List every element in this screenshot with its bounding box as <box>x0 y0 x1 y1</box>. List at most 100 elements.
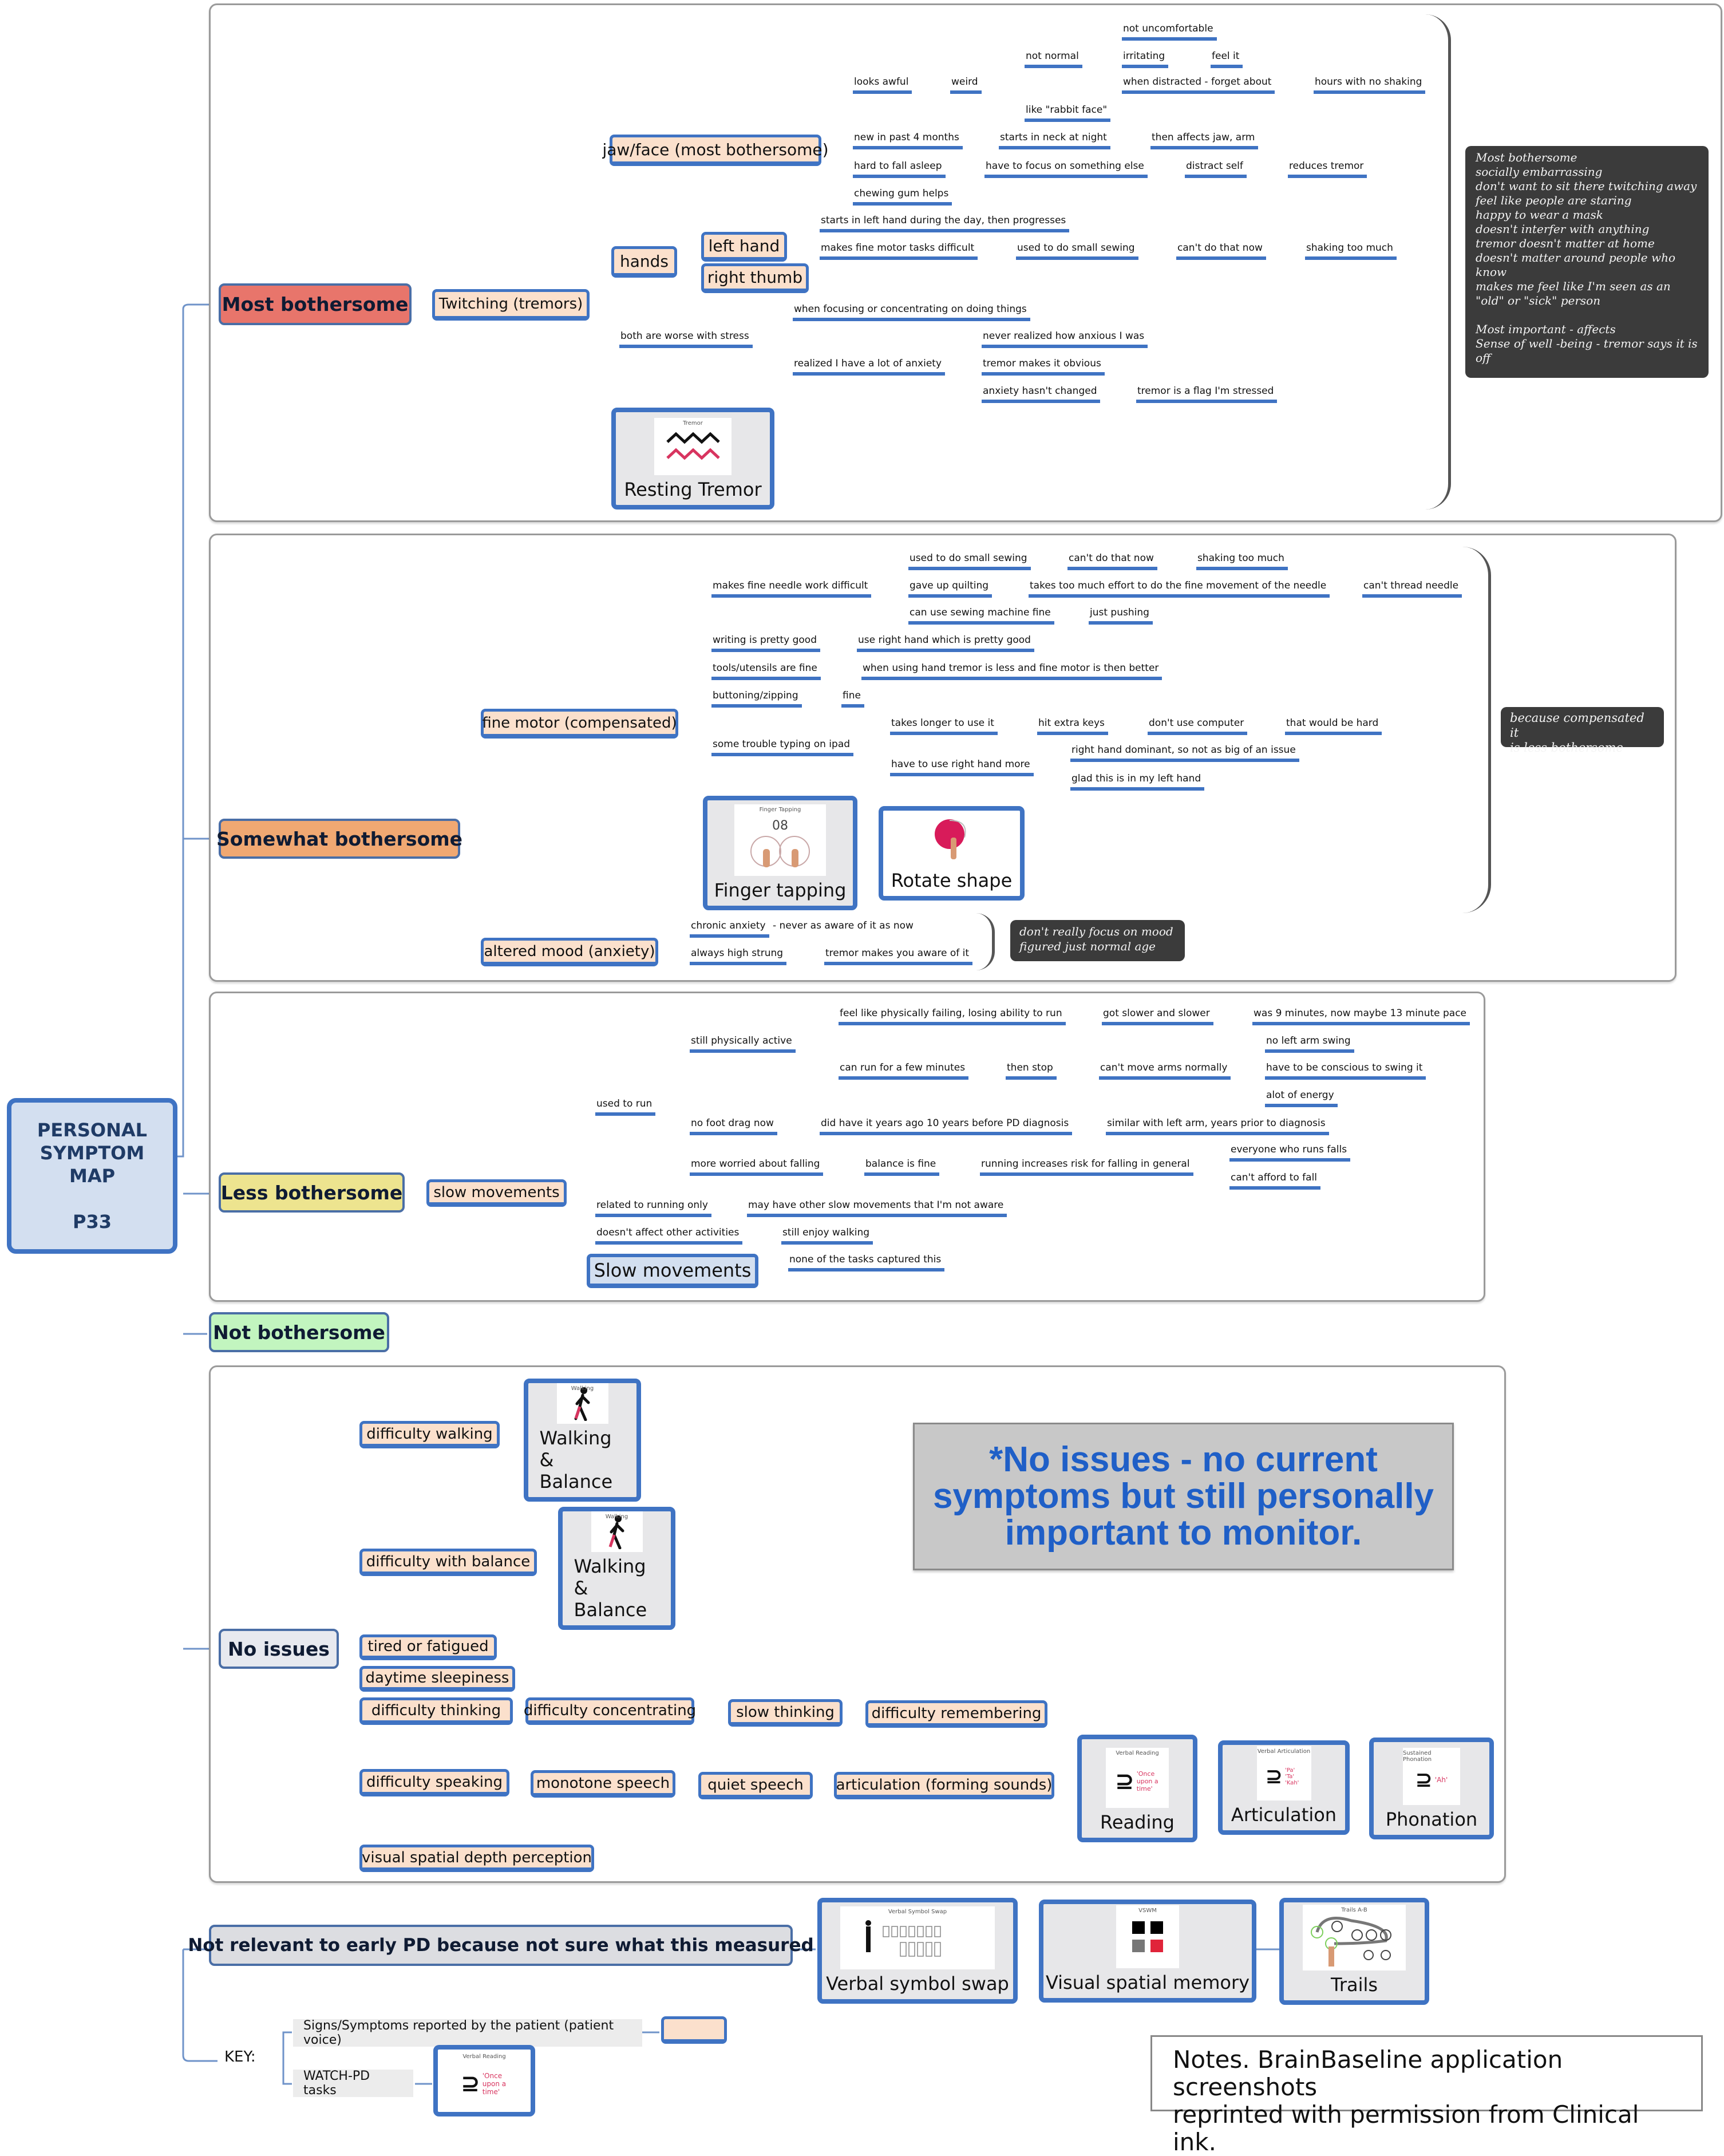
speaking-face-icon: ⊇ <box>1265 1765 1283 1788</box>
leaf-then-stop: then stop <box>1006 1062 1057 1080</box>
category-most-bothersome[interactable]: Most bothersome <box>219 283 412 325</box>
category-somewhat-bothersome[interactable]: Somewhat bothersome <box>216 819 462 859</box>
symptom-difficulty-thinking[interactable]: difficulty thinking <box>359 1697 513 1725</box>
task-articulation[interactable]: Verbal Articulation ⊇ 'Pa' 'Ta' 'Kah' Art… <box>1218 1740 1350 1835</box>
speaking-face-icon: ⊇ <box>461 2070 480 2097</box>
task-visual-spatial-memory[interactable]: VSWM Visual spatial memory <box>1039 1900 1256 2003</box>
symptom-visual-spatial[interactable]: visual spatial depth perception <box>359 1845 594 1872</box>
leaf-fine-needle: makes fine needle work difficult <box>711 580 872 598</box>
leaf-fine-motor-difficult: makes fine motor tasks difficult <box>820 242 978 260</box>
leaf-hard-to-fall-asleep: hard to fall asleep <box>853 160 946 178</box>
leaf-then-affects: then affects jaw, arm <box>1150 132 1259 149</box>
task-label: Resting Tremor <box>624 479 762 500</box>
task-caption: Finger Tapping <box>759 807 801 813</box>
leaf-takes-longer: takes longer to use it <box>890 717 998 735</box>
leaf-thread-needle: can't thread needle <box>1362 580 1462 598</box>
symptom-daytime-sleepiness[interactable]: daytime sleepiness <box>359 1666 515 1692</box>
task-verbal-symbol-swap[interactable]: Verbal Symbol Swap Verbal symbol swap <box>817 1898 1018 2004</box>
leaf-starts-neck: starts in neck at night <box>999 132 1110 149</box>
symptom-fine-motor[interactable]: fine motor (compensated) <box>481 709 678 739</box>
symptom-difficulty-speaking[interactable]: difficulty speaking <box>359 1769 509 1796</box>
symptom-articulation[interactable]: articulation (forming sounds) <box>834 1772 1054 1799</box>
leaf-no-computer: don't use computer <box>1148 717 1248 735</box>
category-not-relevant[interactable]: Not relevant to early PD because not sur… <box>188 1925 814 1966</box>
task-thumbnail: Trails A-B <box>1303 1905 1406 1971</box>
trails-icon <box>1311 1916 1391 1967</box>
key-task-swatch: Verbal Reading ⊇ 'Once upon a time' <box>433 2045 535 2116</box>
leaf-would-be-hard: that would be hard <box>1285 717 1382 735</box>
task-phonation[interactable]: Sustained Phonation ⊇ 'Ah' Phonation <box>1369 1738 1494 1839</box>
symptom-left-hand[interactable]: left hand <box>701 232 787 262</box>
root-node-personal-symptom-map[interactable]: PERSONAL SYMPTOM MAP P33 <box>7 1098 177 1254</box>
symptom-hands[interactable]: hands <box>611 246 677 278</box>
leaf-chewing-gum: chewing gum helps <box>853 188 952 206</box>
leaf-glad-left-hand: glad this is in my left hand <box>1070 773 1205 791</box>
symptom-slow-thinking[interactable]: slow thinking <box>728 1699 843 1727</box>
leaf-not-normal: not normal <box>1025 50 1082 68</box>
leaf-distract-self: distract self <box>1185 160 1247 178</box>
task-label: Trails <box>1330 1974 1378 1996</box>
symptom-right-thumb[interactable]: right thumb <box>701 263 809 293</box>
leaf-worried-falling: more worried about falling <box>690 1158 824 1176</box>
category-not-bothersome[interactable]: Not bothersome <box>209 1312 389 1352</box>
leaf-right-dominant: right hand dominant, so not as big of an… <box>1070 744 1299 762</box>
task-finger-tapping[interactable]: Finger Tapping 08 Finger tapping <box>703 796 857 910</box>
leaf-new-past-4-months: new in past 4 months <box>853 132 963 149</box>
task-caption: Walking <box>605 1514 628 1520</box>
symptom-jaw-face[interactable]: jaw/face (most bothersome) <box>602 135 829 166</box>
task-walking-balance-1[interactable]: Walking Walking & Balance <box>524 1379 641 1502</box>
symptom-difficulty-remembering[interactable]: difficulty remembering <box>865 1700 1047 1728</box>
leaf-other-slow: may have other slow movements that I'm n… <box>747 1199 1007 1217</box>
leaf-hours-no-shaking: hours with no shaking <box>1314 76 1426 94</box>
leaf-extra-keys: hit extra keys <box>1037 717 1108 735</box>
symptom-altered-mood[interactable]: altered mood (anxiety) <box>481 938 658 966</box>
leaf-chronic-anxiety: chronic anxiety <box>690 920 769 938</box>
symptom-twitching-tremors[interactable]: Twitching (tremors) <box>432 289 590 321</box>
leaf-similar-left-arm: similar with left arm, years prior to di… <box>1106 1118 1329 1135</box>
symptom-monotone-speech[interactable]: monotone speech <box>531 1770 675 1798</box>
task-resting-tremor[interactable]: Tremor Resting Tremor <box>611 408 774 510</box>
leaf-alot-energy: alot of energy <box>1265 1089 1338 1107</box>
leaf-never-as-aware: - never as aware of it as now <box>773 920 914 931</box>
category-no-issues[interactable]: No issues <box>219 1629 339 1669</box>
task-label: Phonation <box>1385 1808 1478 1830</box>
leaf-tremor-flag: tremor is a flag I'm stressed <box>1136 385 1278 403</box>
brace-most-note <box>1425 14 1451 510</box>
task-trails[interactable]: Trails A-B Trails <box>1279 1898 1429 2005</box>
leaf-years-ago: did have it years ago 10 years before PD… <box>820 1118 1073 1135</box>
symptom-difficulty-walking[interactable]: difficulty walking <box>359 1421 500 1448</box>
leaf-cant-afford-fall: can't afford to fall <box>1229 1172 1321 1190</box>
symbol-grid-icon <box>865 1920 941 1957</box>
symptom-slow-movements[interactable]: slow movements <box>426 1179 567 1207</box>
group-somewhat-bothersome <box>209 534 1676 982</box>
rotate-shape-icon <box>934 819 966 859</box>
task-reading[interactable]: Verbal Reading ⊇ 'Once upon a time' Readi… <box>1077 1735 1197 1842</box>
leaf-no-left-arm-swing: no left arm swing <box>1265 1035 1354 1053</box>
task-caption: Verbal Reading <box>462 2053 506 2060</box>
leaf-enjoy-walking: still enjoy walking <box>781 1227 873 1245</box>
leaf-quilting: gave up quilting <box>908 580 993 598</box>
reading-quote: 'Once upon a time' <box>1136 1770 1158 1792</box>
task-thumbnail: Verbal Reading ⊇ 'Once upon a time' <box>444 2051 524 2108</box>
tremor-wave-icon <box>666 432 720 460</box>
leaf-used-to-run: used to run <box>595 1098 656 1116</box>
task-walking-balance-2[interactable]: Walking Walking & Balance <box>558 1507 675 1630</box>
category-less-bothersome[interactable]: Less bothersome <box>219 1172 405 1213</box>
leaf-right-hand-good: use right hand which is pretty good <box>857 634 1034 652</box>
leaf-weird: weird <box>950 76 982 94</box>
leaf-not-uncomfortable: not uncomfortable <box>1122 23 1217 41</box>
task-rotate-shape[interactable]: Rotate shape <box>879 806 1025 901</box>
symptom-tired-fatigued[interactable]: tired or fatigued <box>359 1634 497 1660</box>
leaf-ipad: some trouble typing on ipad <box>711 739 854 756</box>
leaf-anxiety-unchanged: anxiety hasn't changed <box>982 385 1101 403</box>
symptom-difficulty-concentrating[interactable]: difficulty concentrating <box>524 1697 696 1725</box>
note-most-bothersome: Most bothersome socially embarrassing do… <box>1465 146 1709 378</box>
symptom-quiet-speech[interactable]: quiet speech <box>698 1772 813 1799</box>
phonation-quote: 'Ah' <box>1434 1776 1448 1784</box>
task-thumbnail: Tremor <box>654 418 731 475</box>
leaf-cant-now: can't do that now <box>1067 552 1157 570</box>
note-compensated: because compensated it is less bothersom… <box>1501 707 1664 755</box>
task-caption: Walking <box>571 1385 594 1392</box>
symptom-difficulty-balance[interactable]: difficulty with balance <box>359 1549 537 1576</box>
task-slow-movements[interactable]: Slow movements <box>587 1254 758 1288</box>
